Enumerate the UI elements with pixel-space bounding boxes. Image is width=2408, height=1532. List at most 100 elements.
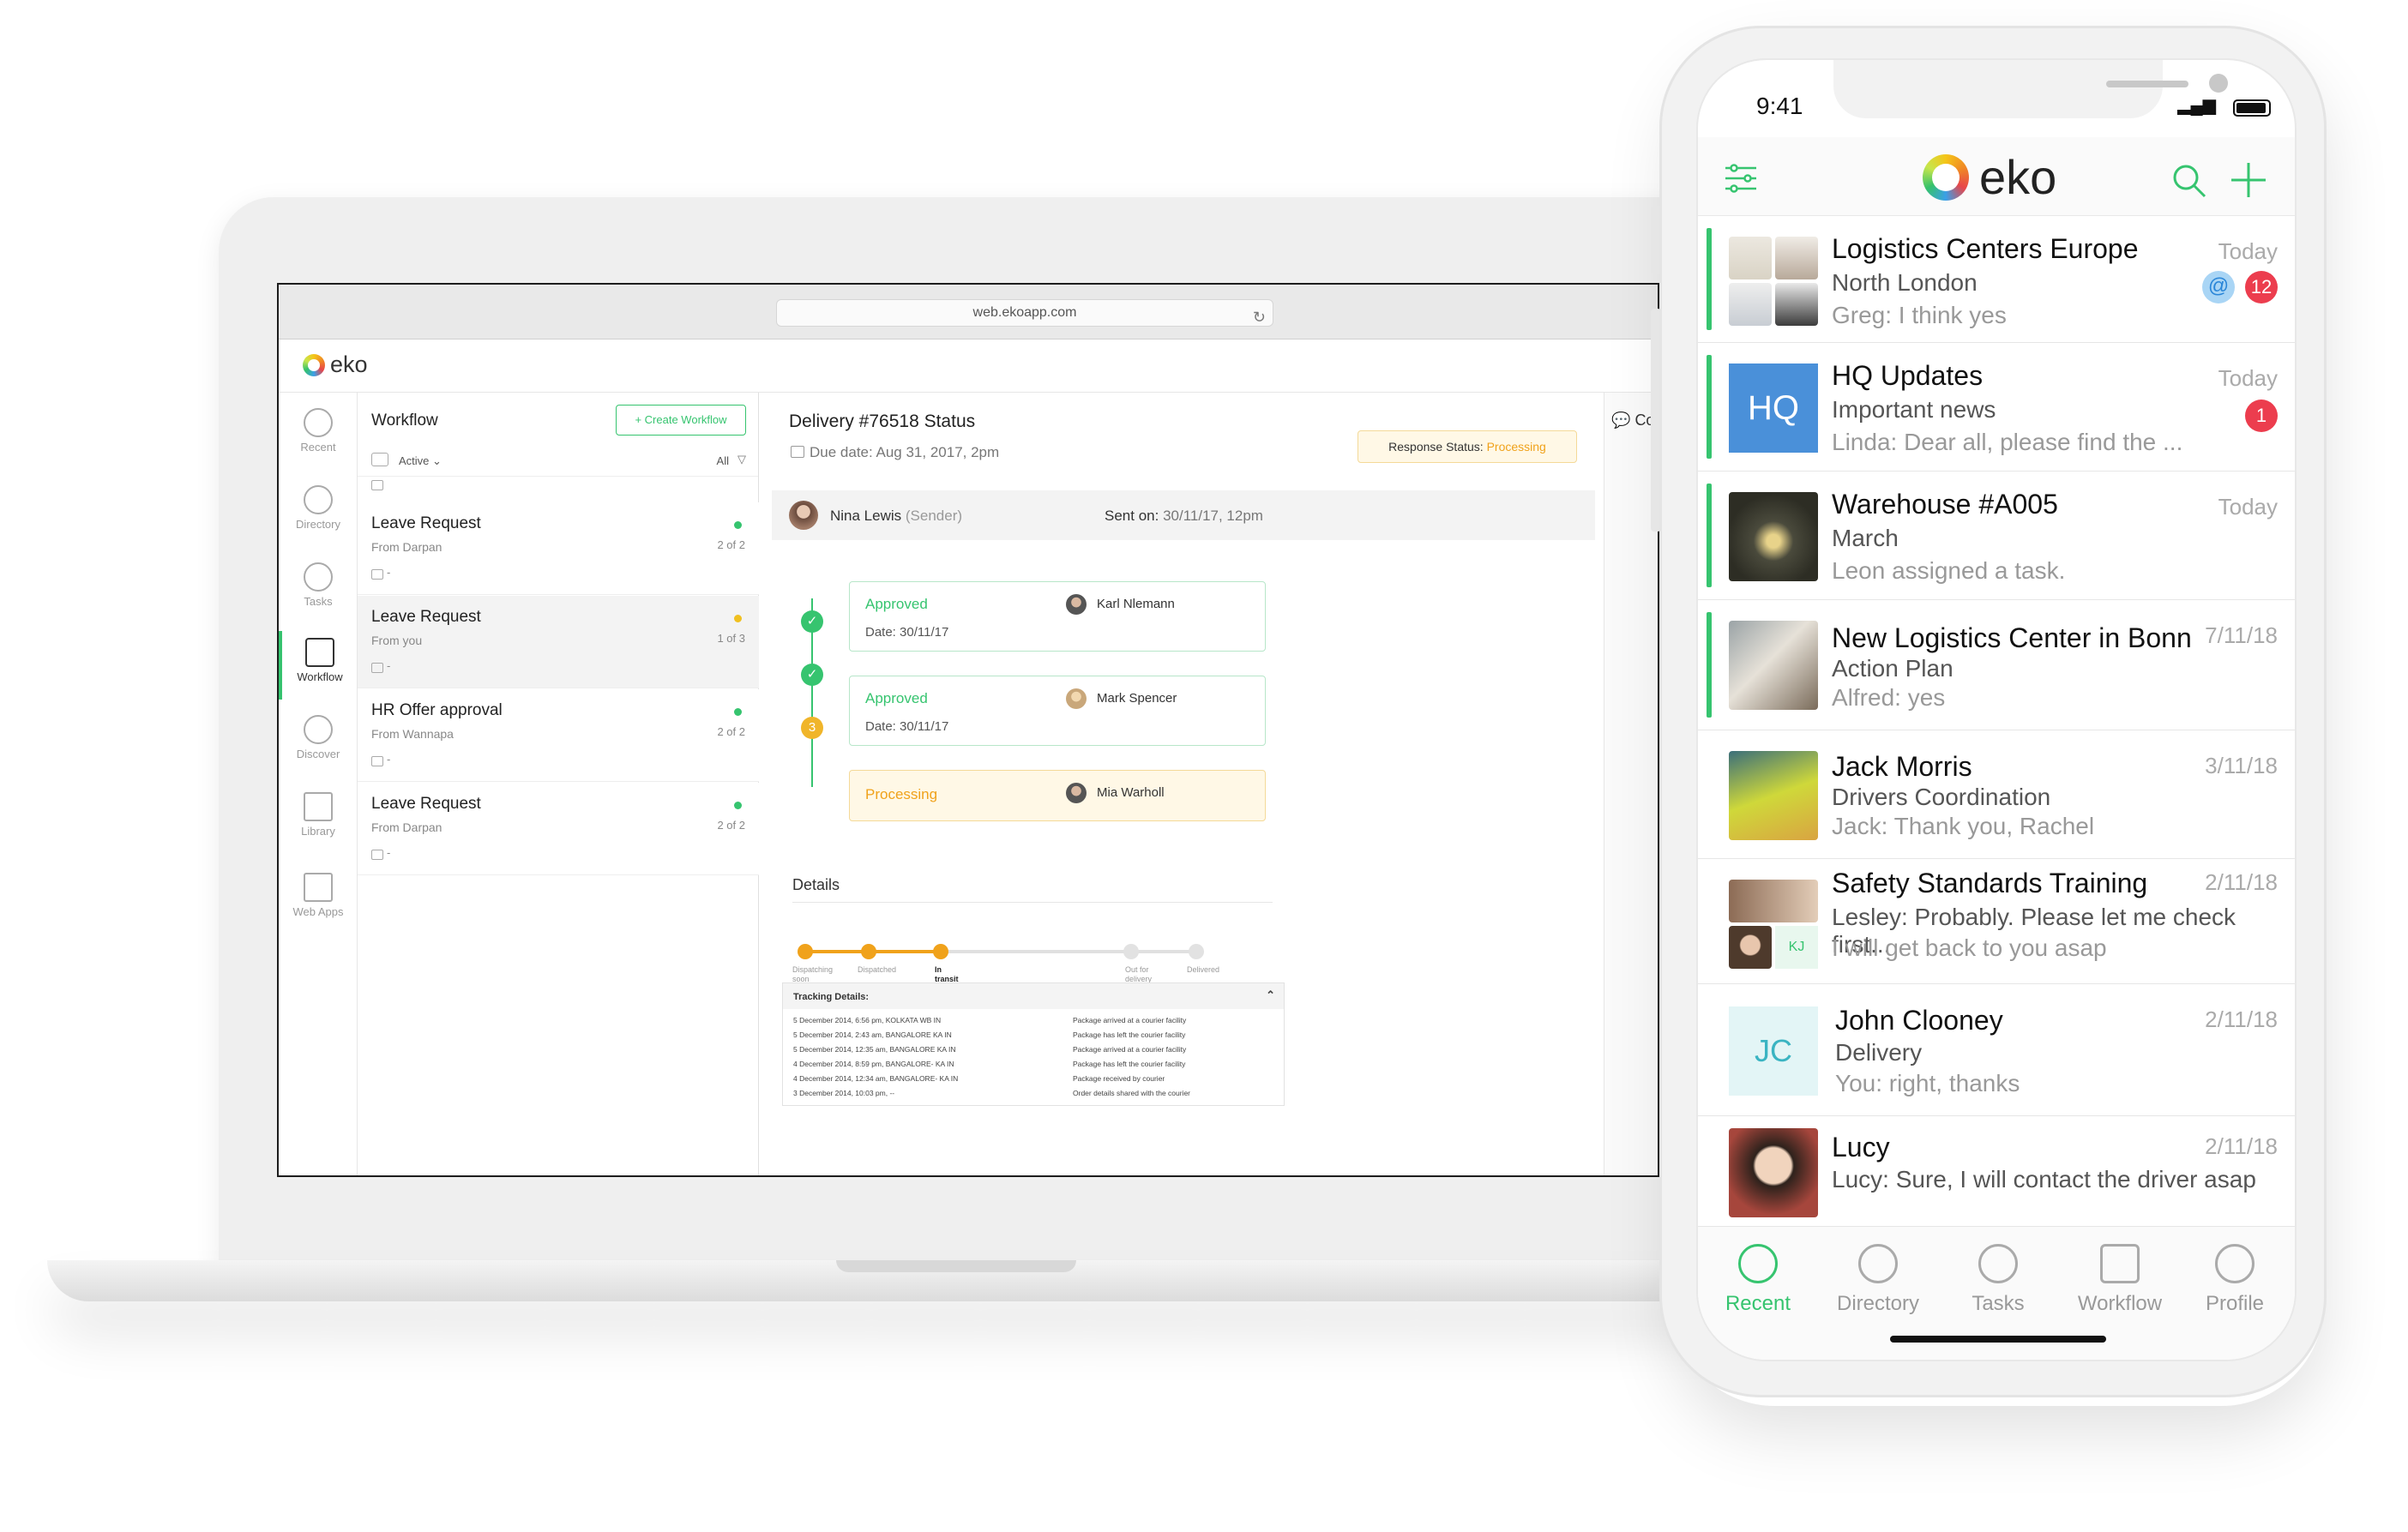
- plus-icon[interactable]: [2230, 161, 2267, 199]
- status-filter-dropdown[interactable]: Active ⌄: [399, 454, 442, 468]
- sender-role: (Sender): [905, 508, 963, 524]
- response-status-badge: Response Status: Processing: [1358, 430, 1577, 463]
- chevron-up-icon[interactable]: ⌃: [1266, 988, 1275, 1002]
- workflow-list-item-selected[interactable]: Leave Request From you 1 of 3 -: [358, 596, 759, 688]
- address-bar[interactable]: web.ekoapp.com ↻: [776, 299, 1273, 327]
- web-nav-label: Web Apps: [292, 905, 344, 918]
- unread-count-badge: 1: [2245, 400, 2278, 432]
- step-status: Processing: [865, 786, 938, 802]
- sender-name-text: Nina Lewis: [830, 508, 902, 524]
- chat-preview: Greg: I think yes: [1832, 302, 2007, 328]
- tracking-event: 5 December 2014, 2:43 am, BANGALORE KA I…: [793, 1030, 952, 1039]
- workflow-item-date: -: [387, 753, 391, 766]
- tab-label: Workflow: [2077, 1292, 2163, 1315]
- tracker-dot: [933, 944, 948, 959]
- avatar: [1066, 688, 1087, 709]
- web-nav-web-apps[interactable]: Web Apps: [279, 866, 358, 934]
- chat-list-item[interactable]: Warehouse #A005 March Leon assigned a ta…: [1698, 472, 2295, 600]
- tab-profile[interactable]: Profile: [2183, 1244, 2286, 1316]
- web-nav-label: Workflow: [297, 670, 343, 683]
- avatar: [1775, 283, 1818, 326]
- web-nav-label: Library: [301, 825, 335, 838]
- chevron-down-icon: ⌄: [432, 454, 442, 467]
- reload-icon[interactable]: ↻: [1253, 304, 1266, 330]
- chat-list-item[interactable]: New Logistics Center in Bonn Action Plan…: [1698, 600, 2295, 730]
- chat-preview: Linda: Dear all, please find the ...: [1832, 429, 2183, 455]
- chat-list-item[interactable]: Lucy Lucy: Sure, I will contact the driv…: [1698, 1116, 2295, 1226]
- sender-name: Nina Lewis (Sender): [830, 508, 962, 525]
- web-nav-directory[interactable]: Directory: [279, 478, 358, 547]
- comment-bubble-icon: 💬: [1611, 412, 1631, 429]
- tab-label: Recent: [1725, 1292, 1791, 1315]
- tracking-event: 5 December 2014, 12:35 am, BANGALORE KA …: [793, 1045, 956, 1054]
- step-person: Mia Warholl: [1097, 785, 1165, 800]
- approval-step-card-processing[interactable]: Processing Mia Warholl: [849, 770, 1266, 821]
- eko-logo[interactable]: eko: [303, 351, 368, 378]
- workflow-detail-panel: Delivery #76518 Status Due date: Aug 31,…: [772, 393, 1595, 1175]
- tracking-event: 4 December 2014, 8:59 pm, BANGALORE- KA …: [793, 1060, 954, 1068]
- chat-subtitle: Delivery: [1835, 1039, 1923, 1066]
- chat-list-item[interactable]: KJ Safety Standards Training Lesley: Pro…: [1698, 859, 2295, 984]
- books-icon: [304, 792, 333, 821]
- create-workflow-button[interactable]: + Create Workflow: [616, 405, 746, 436]
- calendar-icon: [791, 446, 804, 458]
- workflow-item-from: From Darpan: [371, 820, 442, 834]
- funnel-icon[interactable]: ▽: [737, 453, 746, 466]
- tab-recent[interactable]: Recent: [1707, 1244, 1809, 1316]
- workflow-icon: [2100, 1244, 2140, 1283]
- step-number-badge: 3: [801, 717, 823, 739]
- tracking-event: 3 December 2014, 10:03 pm, --: [793, 1089, 895, 1097]
- divider: [792, 902, 1273, 903]
- chat-name: Lucy: [1832, 1132, 1890, 1163]
- chat-subtitle: Lucy: Sure, I will contact the driver as…: [1832, 1166, 2256, 1193]
- workflow-item-title: Leave Request: [371, 608, 481, 626]
- workflow-list-item[interactable]: Leave Request From Darpan 2 of 2 -: [358, 783, 759, 875]
- tab-label: Profile: [2205, 1292, 2265, 1315]
- workflow-item-date: -: [387, 846, 391, 859]
- web-nav-tasks[interactable]: Tasks: [279, 556, 358, 624]
- tab-workflow[interactable]: Workflow: [2068, 1244, 2171, 1316]
- workflow-item-title: Leave Request: [371, 795, 481, 813]
- due-date: Due date: Aug 31, 2017, 2pm: [791, 444, 999, 461]
- workflow-item-from: From Wannapa: [371, 727, 454, 741]
- avatar: [1729, 751, 1818, 840]
- avatar: HQ: [1729, 363, 1818, 453]
- chat-time: Today: [2218, 238, 2278, 264]
- chat-name: John Clooney: [1835, 1005, 2003, 1036]
- filter-sliders-icon[interactable]: [1724, 161, 1758, 195]
- calendar-icon: [371, 663, 383, 673]
- workflow-item-count: 2 of 2: [717, 725, 745, 738]
- avatar: [1729, 237, 1772, 279]
- url-text: web.ekoapp.com: [972, 305, 1077, 320]
- all-filter[interactable]: All: [717, 454, 729, 467]
- chat-list-item[interactable]: Jack Morris Drivers Coordination Jack: T…: [1698, 730, 2295, 859]
- status-dot: [734, 615, 742, 622]
- chat-list-item[interactable]: JC John Clooney Delivery You: right, tha…: [1698, 984, 2295, 1116]
- chat-subtitle: North London: [1832, 269, 1978, 296]
- workflow-list-item[interactable]: HR Offer approval From Wannapa 2 of 2 -: [358, 689, 759, 782]
- tracking-header[interactable]: Tracking Details: ⌃: [783, 983, 1284, 1009]
- status-dot: [734, 708, 742, 716]
- web-nav-workflow[interactable]: Workflow: [279, 631, 358, 700]
- step-person: Karl Nlemann: [1097, 597, 1175, 611]
- chat-time: 3/11/18: [2205, 753, 2278, 778]
- web-nav-recent[interactable]: Recent: [279, 401, 358, 470]
- response-status-value: Processing: [1486, 440, 1546, 454]
- chat-list-item[interactable]: Logistics Centers Europe North London Gr…: [1698, 216, 2295, 343]
- signal-icon: ▂▄▆: [2177, 96, 2216, 115]
- tracking-status: Order details shared with the courier: [1073, 1089, 1191, 1097]
- tracker-remaining-line: [942, 950, 1190, 953]
- tracking-status: Package received by courier: [1073, 1074, 1165, 1083]
- tab-tasks[interactable]: Tasks: [1947, 1244, 2050, 1316]
- avatar: [1066, 783, 1087, 803]
- approval-step-card[interactable]: Approved Date: 30/11/17 Mark Spencer: [849, 676, 1266, 746]
- approval-step-card[interactable]: Approved Date: 30/11/17 Karl Nlemann: [849, 581, 1266, 652]
- chat-list-item[interactable]: HQ HQ Updates Important news Linda: Dear…: [1698, 343, 2295, 472]
- search-icon[interactable]: [2171, 163, 2207, 199]
- web-nav-discover[interactable]: Discover: [279, 708, 358, 777]
- workflow-list-item[interactable]: Leave Request From Darpan 2 of 2 -: [358, 502, 759, 595]
- web-nav-library[interactable]: Library: [279, 785, 358, 854]
- home-indicator: [1890, 1336, 2106, 1343]
- step-status: Approved: [865, 690, 928, 706]
- tab-directory[interactable]: Directory: [1827, 1244, 1929, 1316]
